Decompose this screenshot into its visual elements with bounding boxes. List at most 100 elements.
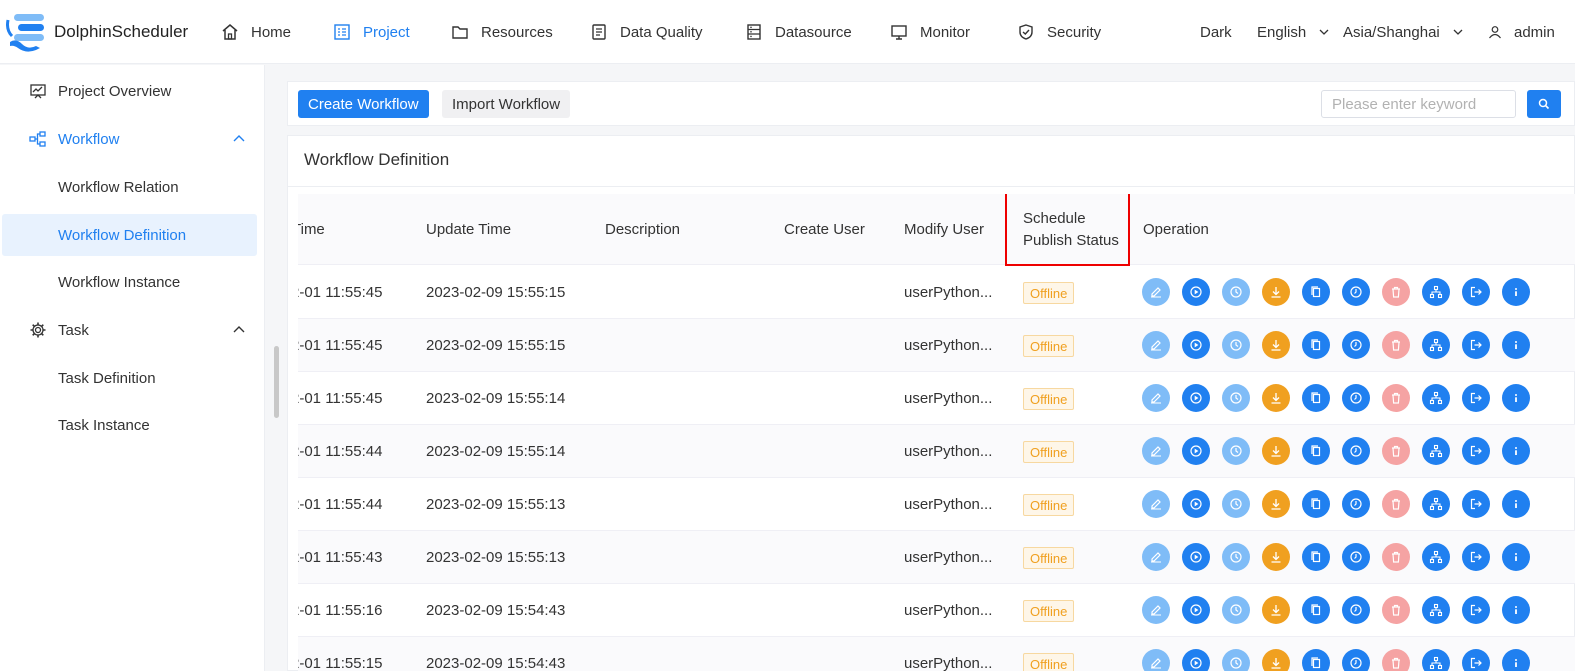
timing-button[interactable] (1222, 437, 1250, 465)
sidebar-scrollbar[interactable] (274, 346, 279, 418)
delete-button[interactable] (1382, 331, 1410, 359)
timezone-select[interactable]: Asia/Shanghai (1343, 0, 1464, 64)
theme-toggle[interactable]: Dark (1200, 0, 1232, 64)
run-button[interactable] (1182, 278, 1210, 306)
timing-button[interactable] (1222, 596, 1250, 624)
download-button[interactable] (1262, 649, 1290, 671)
nav-security[interactable]: Security (1016, 0, 1101, 64)
language-select[interactable]: English (1257, 0, 1330, 64)
download-button[interactable] (1262, 490, 1290, 518)
delete-button[interactable] (1382, 490, 1410, 518)
tree-button[interactable] (1422, 278, 1450, 306)
column-header-modify-user[interactable]: Modify User (904, 194, 984, 265)
sidebar-item-workflow[interactable]: Workflow (2, 118, 257, 160)
version-button[interactable] (1342, 437, 1370, 465)
search-input[interactable] (1321, 90, 1516, 118)
copy-button[interactable] (1302, 649, 1330, 671)
nav-monitor[interactable]: Monitor (889, 0, 970, 64)
user-menu[interactable]: admin (1488, 0, 1555, 64)
run-button[interactable] (1182, 596, 1210, 624)
nav-resources[interactable]: Resources (450, 0, 553, 64)
export-button[interactable] (1462, 649, 1490, 671)
nav-datasource[interactable]: Datasource (744, 0, 852, 64)
timing-button[interactable] (1222, 384, 1250, 412)
download-button[interactable] (1262, 331, 1290, 359)
delete-button[interactable] (1382, 437, 1410, 465)
info-button[interactable] (1502, 490, 1530, 518)
edit-button[interactable] (1142, 278, 1170, 306)
timing-button[interactable] (1222, 543, 1250, 571)
tree-button[interactable] (1422, 649, 1450, 671)
column-header-operation[interactable]: Operation (1143, 194, 1209, 265)
copy-button[interactable] (1302, 543, 1330, 571)
tree-button[interactable] (1422, 490, 1450, 518)
version-button[interactable] (1342, 596, 1370, 624)
export-button[interactable] (1462, 543, 1490, 571)
sidebar-item-task-instance[interactable]: Task Instance (2, 404, 257, 446)
run-button[interactable] (1182, 331, 1210, 359)
version-button[interactable] (1342, 384, 1370, 412)
copy-button[interactable] (1302, 384, 1330, 412)
export-button[interactable] (1462, 331, 1490, 359)
edit-button[interactable] (1142, 596, 1170, 624)
search-button[interactable] (1527, 90, 1561, 118)
brand[interactable]: DolphinScheduler (6, 12, 188, 52)
delete-button[interactable] (1382, 384, 1410, 412)
copy-button[interactable] (1302, 331, 1330, 359)
download-button[interactable] (1262, 437, 1290, 465)
delete-button[interactable] (1382, 278, 1410, 306)
run-button[interactable] (1182, 490, 1210, 518)
nav-data-quality[interactable]: Data Quality (589, 0, 703, 64)
sidebar-item-workflow-relation[interactable]: Workflow Relation (2, 166, 257, 208)
timing-button[interactable] (1222, 331, 1250, 359)
download-button[interactable] (1262, 543, 1290, 571)
export-button[interactable] (1462, 596, 1490, 624)
export-button[interactable] (1462, 437, 1490, 465)
info-button[interactable] (1502, 649, 1530, 671)
tree-button[interactable] (1422, 384, 1450, 412)
edit-button[interactable] (1142, 543, 1170, 571)
copy-button[interactable] (1302, 596, 1330, 624)
run-button[interactable] (1182, 649, 1210, 671)
edit-button[interactable] (1142, 384, 1170, 412)
sidebar-item-task[interactable]: Task (2, 309, 257, 351)
copy-button[interactable] (1302, 278, 1330, 306)
create-workflow-button[interactable]: Create Workflow (298, 90, 429, 118)
tree-button[interactable] (1422, 331, 1450, 359)
edit-button[interactable] (1142, 331, 1170, 359)
info-button[interactable] (1502, 384, 1530, 412)
run-button[interactable] (1182, 437, 1210, 465)
copy-button[interactable] (1302, 437, 1330, 465)
edit-button[interactable] (1142, 437, 1170, 465)
nav-home[interactable]: Home (220, 0, 291, 64)
sidebar-item-task-definition[interactable]: Task Definition (2, 357, 257, 399)
info-button[interactable] (1502, 278, 1530, 306)
nav-project[interactable]: Project (332, 0, 410, 64)
column-header-update-time[interactable]: Update Time (426, 194, 511, 265)
export-button[interactable] (1462, 490, 1490, 518)
sidebar-item-workflow-definition[interactable]: Workflow Definition (2, 214, 257, 256)
tree-button[interactable] (1422, 437, 1450, 465)
timing-button[interactable] (1222, 278, 1250, 306)
run-button[interactable] (1182, 543, 1210, 571)
delete-button[interactable] (1382, 543, 1410, 571)
download-button[interactable] (1262, 596, 1290, 624)
version-button[interactable] (1342, 490, 1370, 518)
sidebar-item-project-overview[interactable]: Project Overview (2, 70, 257, 112)
info-button[interactable] (1502, 331, 1530, 359)
delete-button[interactable] (1382, 649, 1410, 671)
version-button[interactable] (1342, 543, 1370, 571)
version-button[interactable] (1342, 278, 1370, 306)
column-header-create-time[interactable]: Time (298, 194, 325, 265)
sidebar-item-workflow-instance[interactable]: Workflow Instance (2, 261, 257, 303)
version-button[interactable] (1342, 331, 1370, 359)
timing-button[interactable] (1222, 649, 1250, 671)
info-button[interactable] (1502, 596, 1530, 624)
info-button[interactable] (1502, 437, 1530, 465)
import-workflow-button[interactable]: Import Workflow (442, 90, 571, 118)
export-button[interactable] (1462, 278, 1490, 306)
download-button[interactable] (1262, 278, 1290, 306)
column-header-create-user[interactable]: Create User (784, 194, 865, 265)
download-button[interactable] (1262, 384, 1290, 412)
version-button[interactable] (1342, 649, 1370, 671)
